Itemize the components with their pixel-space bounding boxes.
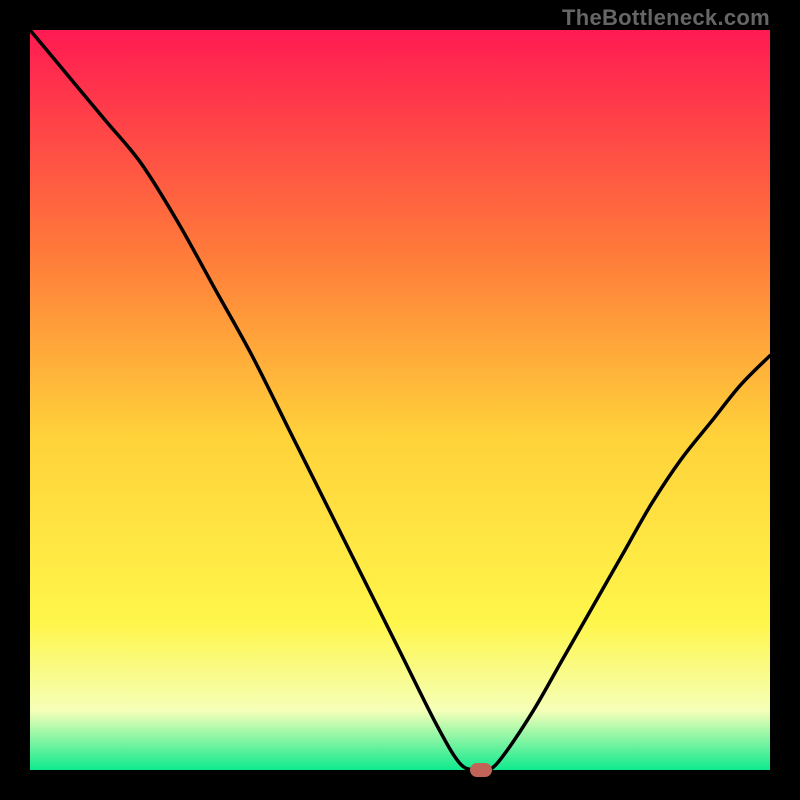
bottleneck-plot: [30, 30, 770, 770]
chart-frame: { "attribution": "TheBottleneck.com", "c…: [0, 0, 800, 800]
gradient-background: [30, 30, 770, 770]
optimal-point-marker: [470, 763, 492, 777]
attribution-text: TheBottleneck.com: [562, 5, 770, 31]
